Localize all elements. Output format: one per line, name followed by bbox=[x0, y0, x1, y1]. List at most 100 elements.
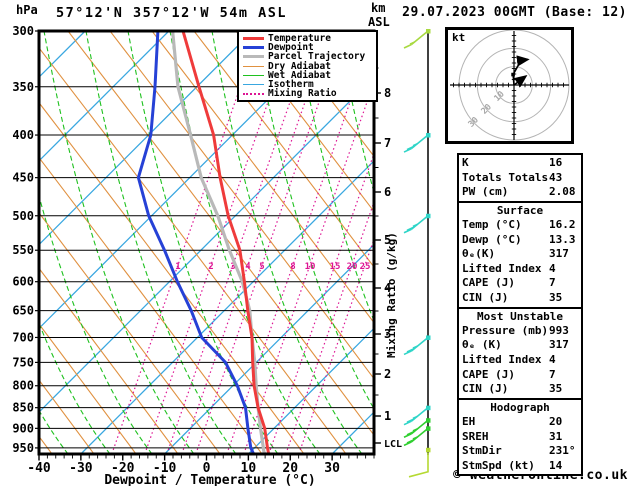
stats-table: K 16 Totals Totals 43 PW (cm) 2.08 Surface Temp… bbox=[457, 153, 583, 477]
km-tick-label: 8 bbox=[384, 86, 391, 100]
stats-row: CIN (J) 35 bbox=[459, 382, 581, 397]
mixing-ratio-labels: 1 2 3 4 5 8 10 15 20 25 bbox=[175, 262, 370, 272]
wind-barb-column bbox=[403, 29, 431, 478]
pressure-tick-label: 300 bbox=[12, 24, 34, 38]
stats-row-value: 43 bbox=[549, 170, 563, 184]
wind-barb bbox=[403, 30, 429, 49]
hodograph-ring-label: 10 bbox=[492, 89, 506, 103]
pressure-tick-label: 700 bbox=[12, 330, 34, 344]
stats-row-label: CIN (J) bbox=[462, 290, 509, 304]
mixing-ratio-axis-label: Mixing Ratio (g/kg) bbox=[385, 232, 398, 358]
stats-row: CIN (J) 35 bbox=[459, 291, 581, 306]
pressure-tick-label: 550 bbox=[12, 243, 34, 257]
stats-row-label: Totals Totals bbox=[462, 170, 549, 184]
svg-text:2: 2 bbox=[208, 262, 213, 272]
stats-row: EH 20 bbox=[459, 415, 581, 430]
hodograph: 102030kt bbox=[445, 27, 574, 144]
wind-barb bbox=[403, 336, 429, 356]
stats-row-value: 317 bbox=[549, 247, 569, 261]
x-axis-title: Dewpoint / Temperature (°C) bbox=[104, 473, 315, 486]
svg-text:8: 8 bbox=[290, 262, 295, 272]
stats-row: StmDir 231° bbox=[459, 444, 581, 459]
pressure-tick-label: 350 bbox=[12, 80, 34, 94]
sounding-page: hPa 57°12'N 357°12'W 54m ASL 29.07.2023 … bbox=[0, 0, 629, 486]
stats-row-value: 35 bbox=[549, 382, 563, 396]
temp-tick-label: -30 bbox=[69, 461, 93, 476]
stats-row-label: CAPE (J) bbox=[462, 276, 515, 290]
stats-row: θₑ (K) 317 bbox=[459, 338, 581, 353]
stats-row: Temp (°C) 16.2 bbox=[459, 218, 581, 233]
stats-row-label: Dewp (°C) bbox=[462, 232, 522, 246]
stats-row-label: Pressure (mb) bbox=[462, 323, 549, 337]
stats-row-label: EH bbox=[462, 414, 476, 428]
stats-row-value: 993 bbox=[549, 323, 569, 337]
wind-barb bbox=[403, 215, 429, 234]
stats-row-value: 317 bbox=[549, 338, 569, 352]
km-tick-label: 6 bbox=[384, 185, 391, 199]
stats-row-label: PW (cm) bbox=[462, 185, 509, 199]
stats-row-label: Lifted Index bbox=[462, 352, 542, 366]
stats-row-value: 7 bbox=[549, 367, 556, 381]
stats-section-title: Most Unstable bbox=[476, 309, 564, 323]
temp-tick-label: 30 bbox=[324, 461, 340, 476]
pressure-tick-label: 500 bbox=[12, 209, 34, 223]
stats-row-value: 7 bbox=[549, 276, 556, 290]
stats-row-value: 13.3 bbox=[549, 232, 576, 246]
stats-row-value: 35 bbox=[549, 290, 563, 304]
stats-row-value: 16.2 bbox=[549, 217, 576, 231]
stats-section: Most Unstable Pressure (mb) 993 θₑ (K) 317 Li… bbox=[457, 306, 583, 400]
wind-barb bbox=[403, 134, 429, 153]
stats-row: K 16 bbox=[459, 156, 581, 171]
svg-text:5: 5 bbox=[259, 262, 264, 272]
legend-swatch-dotted bbox=[243, 92, 264, 95]
stats-row: Pressure (mb) 993 bbox=[459, 324, 581, 339]
stats-section: Hodograph EH 20 SREH 31 StmDir 231° StmSpd (kt)… bbox=[457, 397, 583, 477]
legend-swatch-solid bbox=[243, 74, 264, 76]
pressure-tick-label: 450 bbox=[12, 171, 34, 185]
stats-row-label: StmDir bbox=[462, 444, 502, 458]
svg-text:20: 20 bbox=[347, 262, 358, 272]
stats-section-title: Surface bbox=[496, 203, 544, 217]
stats-row-value: 16 bbox=[549, 156, 563, 169]
stats-row: Totals Totals 43 bbox=[459, 171, 581, 186]
legend-swatch-solid bbox=[243, 46, 264, 50]
stats-row: Dewp (°C) 13.3 bbox=[459, 233, 581, 248]
stats-row-value: 231° bbox=[549, 444, 576, 458]
legend-swatch-solid bbox=[243, 84, 264, 86]
stats-row-value: 20 bbox=[549, 414, 563, 428]
stats-row-value: 31 bbox=[549, 429, 563, 443]
stats-section: Surface Temp (°C) 16.2 Dewp (°C) 13.3 θₑ(K) 31… bbox=[457, 200, 583, 309]
stats-row: Lifted Index 4 bbox=[459, 262, 581, 277]
pressure-tick-label: 600 bbox=[12, 275, 34, 289]
pressure-tick-label: 650 bbox=[12, 304, 34, 318]
stats-row-label: CAPE (J) bbox=[462, 367, 515, 381]
stats-row-label: Lifted Index bbox=[462, 261, 542, 275]
stats-section: K 16 Totals Totals 43 PW (cm) 2.08 bbox=[457, 153, 583, 203]
pressure-tick-label: 750 bbox=[12, 355, 34, 369]
stats-row: CAPE (J) 7 bbox=[459, 368, 581, 383]
hodograph-storm-vector bbox=[513, 75, 528, 88]
svg-text:4: 4 bbox=[245, 262, 251, 272]
km-tick-label: 7 bbox=[384, 136, 391, 150]
pressure-tick-label: 850 bbox=[12, 401, 34, 415]
km-tick-label: 1 bbox=[384, 409, 391, 423]
stats-row-label: StmSpd (kt) bbox=[462, 458, 535, 472]
svg-text:15: 15 bbox=[330, 262, 341, 272]
stats-row: SREH 31 bbox=[459, 430, 581, 445]
stats-row-value: 4 bbox=[549, 352, 556, 366]
legend: Temperature Dewpoint Parcel Trajectory Dry … bbox=[237, 30, 378, 103]
stats-row-label: θₑ (K) bbox=[462, 338, 502, 352]
wind-barb bbox=[403, 407, 429, 426]
stats-row-value: 2.08 bbox=[549, 185, 576, 199]
legend-swatch-solid bbox=[243, 65, 264, 67]
pressure-tick-label: 800 bbox=[12, 379, 34, 393]
km-tick-label: 2 bbox=[384, 367, 391, 381]
legend-item: Mixing Ratio bbox=[239, 89, 376, 98]
legend-swatch-solid bbox=[243, 55, 264, 59]
stats-row-value: 4 bbox=[549, 261, 556, 275]
stats-row-label: θₑ(K) bbox=[462, 247, 496, 261]
svg-text:10: 10 bbox=[305, 262, 316, 272]
stats-row: StmSpd (kt) 14 bbox=[459, 459, 581, 474]
pressure-tick-label: 900 bbox=[12, 421, 34, 435]
stats-row-label: K bbox=[462, 156, 469, 169]
